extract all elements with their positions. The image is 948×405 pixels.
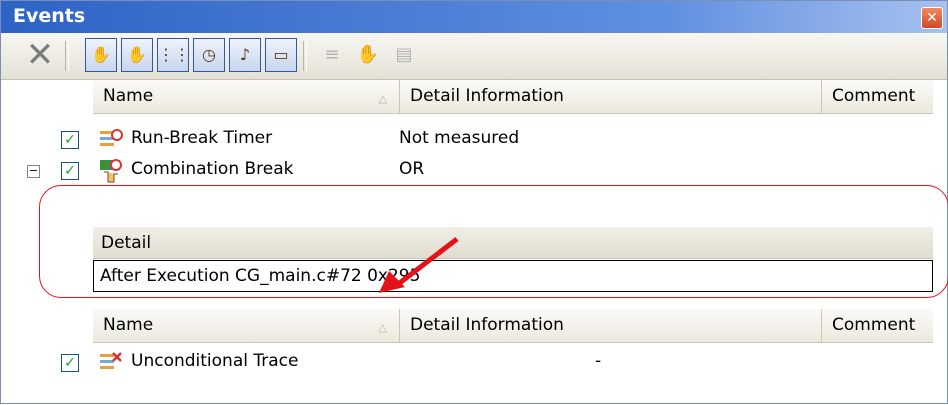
event-row[interactable]: ✓ Unconditional Trace - xyxy=(1,348,947,378)
event-detail: Not measured xyxy=(399,128,520,148)
events-window: Events ✕ ✕ ✋ ✋ ⋮⋮ ◷ ♪ ▭ ≡ ✋ ▤ Name △ Det… xyxy=(0,0,948,404)
document-icon[interactable]: ≡ xyxy=(317,40,347,70)
annotation-arrow-icon xyxy=(379,237,459,293)
detail-value[interactable]: After Execution CG_main.c#72 0x295 xyxy=(93,260,933,292)
event-checkbox[interactable]: ✓ xyxy=(61,131,79,149)
close-button[interactable]: ✕ xyxy=(921,7,943,29)
trace-footprints-icon[interactable]: ⋮⋮ xyxy=(157,38,190,72)
timer-stopwatch-icon[interactable]: ◷ xyxy=(193,38,225,72)
toolbar-separator xyxy=(65,41,69,71)
timer-icon xyxy=(97,127,125,153)
event-name: Unconditional Trace xyxy=(131,351,299,371)
header-name[interactable]: Name △ xyxy=(93,80,399,113)
sort-arrow-icon: △ xyxy=(378,92,387,105)
event-checkbox[interactable]: ✓ xyxy=(61,162,79,180)
toolbar-separator xyxy=(303,41,307,71)
header-name[interactable]: Name △ xyxy=(93,309,399,342)
document-edit-icon[interactable]: ▤ xyxy=(389,40,419,70)
header-detail[interactable]: Detail Information xyxy=(399,80,821,113)
event-name: Run-Break Timer xyxy=(131,128,273,148)
event-row[interactable]: ✓ Run-Break Timer Not measured xyxy=(1,125,947,155)
event-name: Combination Break xyxy=(131,159,294,179)
column-header: Name △ Detail Information Comment xyxy=(93,309,933,343)
event-detail: OR xyxy=(399,159,425,179)
window-title: Events xyxy=(13,5,86,27)
combination-break-icon xyxy=(97,158,125,184)
event-row[interactable]: − ✓ Combination Break OR xyxy=(1,156,947,186)
collapse-toggle[interactable]: − xyxy=(27,165,40,178)
events-list: Name △ Detail Information Comment ✓ Run-… xyxy=(1,80,948,403)
header-name-label: Name xyxy=(103,315,154,335)
column-header: Name △ Detail Information Comment xyxy=(93,80,933,114)
bell-icon[interactable]: ♪ xyxy=(229,38,261,72)
header-comment[interactable]: Comment xyxy=(821,80,933,113)
delete-icon[interactable]: ✕ xyxy=(25,38,55,72)
header-name-label: Name xyxy=(103,86,154,106)
title-bar: Events ✕ xyxy=(1,1,947,33)
header-detail[interactable]: Detail Information xyxy=(399,309,821,342)
hardware-break-icon[interactable]: ✋ xyxy=(85,38,117,72)
header-comment[interactable]: Comment xyxy=(821,309,933,342)
hand-disabled-icon[interactable]: ✋ xyxy=(353,40,383,70)
event-checkbox[interactable]: ✓ xyxy=(61,354,79,372)
event-detail: - xyxy=(595,351,602,371)
trace-icon xyxy=(97,350,125,376)
software-break-icon[interactable]: ✋ xyxy=(121,38,153,72)
detail-header: Detail xyxy=(93,227,933,259)
toolbar: ✕ ✋ ✋ ⋮⋮ ◷ ♪ ▭ ≡ ✋ ▤ xyxy=(1,33,947,80)
sort-arrow-icon: △ xyxy=(378,321,387,334)
monitor-icon[interactable]: ▭ xyxy=(265,38,297,72)
